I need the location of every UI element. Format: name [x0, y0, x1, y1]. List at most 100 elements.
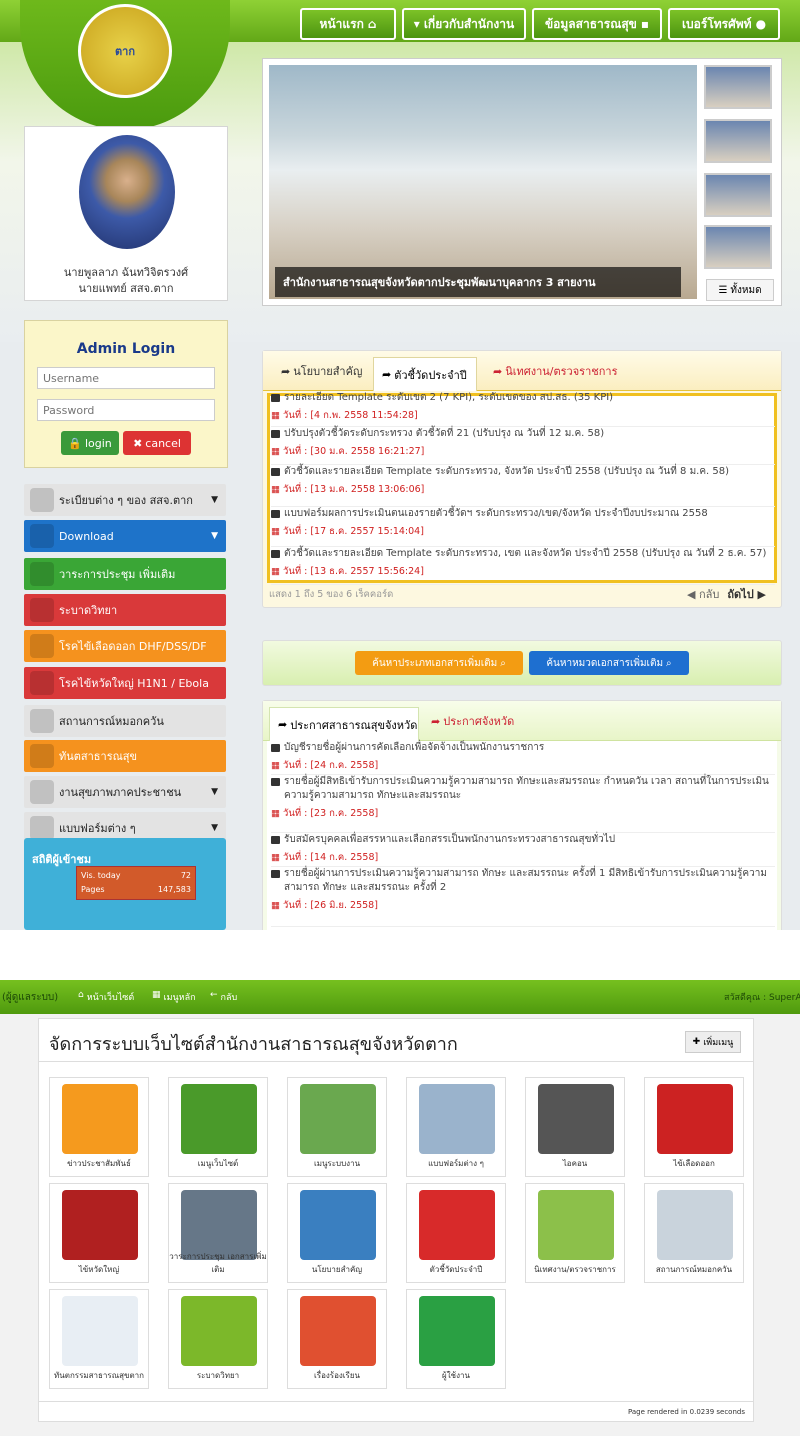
admin-menu-tile[interactable]: ข่าวประชาสัมพันธ์	[49, 1077, 149, 1177]
side-menu-item[interactable]: งานสุขภาพภาคประชาชน ▼	[24, 776, 226, 808]
list-item-title[interactable]: รายละเอียด Template ระดับเขต 2 (7 KPI), …	[284, 391, 613, 405]
list-item[interactable]: รายละเอียด Template ระดับเขต 2 (7 KPI), …	[271, 391, 775, 427]
next-page-link[interactable]: ถัดไป ▶	[727, 585, 766, 603]
admin-home-link[interactable]: ⌂ หน้าเว็บไซต์	[78, 990, 134, 1004]
admin-menu-tile[interactable]: สถานการณ์หมอกควัน	[644, 1183, 744, 1283]
slider-thumbnail[interactable]	[704, 119, 772, 163]
slider-thumbnail[interactable]	[704, 225, 772, 269]
add-menu-button[interactable]: ✚ เพิ่มเมนู	[685, 1031, 741, 1053]
admin-menu-tile[interactable]: ทันตกรรมสาธารณสุขตาก	[49, 1289, 149, 1389]
list-item-date: วันที่ : [13 ม.ค. 2558 13:06:06]	[283, 484, 425, 495]
tab-province[interactable]: ➦ ประกาศจังหวัด	[423, 707, 522, 735]
list-item[interactable]: ตัวชี้วัดและรายละเอียด Template ระดับกระ…	[271, 465, 775, 507]
director-profile: นายพูลลาภ ฉันทวิจิตรวงศ์ นายแพทย์ สสจ.ตา…	[24, 126, 228, 301]
tab-inspection[interactable]: ➦ นิเทศงาน/ตรวจราชการ	[485, 357, 625, 385]
side-menu-item[interactable]: วาระการประชุม เพิ่มเติม	[24, 558, 226, 590]
list-item-title[interactable]: รายชื่อผู้มีสิทธิเข้ารับการประเมินความรู…	[284, 775, 775, 803]
slider-thumbnail[interactable]	[704, 65, 772, 109]
list-item-title[interactable]: ตัวชี้วัดและรายละเอียด Template ระดับกระ…	[284, 547, 766, 561]
list-item[interactable]: รายชื่อผู้มีสิทธิเข้ารับการประเมินความรู…	[271, 775, 775, 833]
side-menu-item[interactable]: สถานการณ์หมอกควัน	[24, 705, 226, 737]
slider-main-image[interactable]	[269, 65, 697, 299]
nav-about[interactable]: ▾ เกี่ยวกับสำนักงาน	[402, 8, 526, 40]
admin-menu-tile[interactable]: ไข้เลือดออก	[644, 1077, 744, 1177]
admin-menu-tile[interactable]: เมนูเว็บไซต์	[168, 1077, 268, 1177]
admin-menu-tile[interactable]: ไข้หวัดใหญ่	[49, 1183, 149, 1283]
share-icon: ➦	[382, 368, 392, 381]
tab-kpi-label: ตัวชี้วัดประจำปี	[394, 368, 467, 382]
office-logo[interactable]: ตาก	[78, 4, 172, 98]
comment-icon	[271, 394, 280, 402]
list-item-date: วันที่ : [14 ก.ค. 2558]	[283, 852, 379, 863]
admin-menu-tile[interactable]: เมนูระบบงาน	[287, 1077, 387, 1177]
tab-provincial-health[interactable]: ➦ ประกาศสาธารณสุขจังหวัด	[269, 707, 419, 741]
nav-health-info[interactable]: ข้อมูลสาธารณสุข ▪	[532, 8, 662, 40]
side-menu-item-label: ระบาดวิทยา	[59, 604, 118, 617]
admin-menu-link[interactable]: ▦ เมนูหลัก	[152, 990, 196, 1004]
admin-menu-tile[interactable]: ตัวชี้วัดประจำปี	[406, 1183, 506, 1283]
list-item[interactable]: บัญชีรายชื่อผู้ผ่านการคัดเลือกเพื่อจัดจ้…	[271, 741, 775, 775]
list-item-title[interactable]: บัญชีรายชื่อผู้ผ่านการคัดเลือกเพื่อจัดจ้…	[284, 741, 544, 755]
render-time: Page rendered in 0.0239 seconds	[39, 1401, 753, 1421]
admin-menu-tile[interactable]: นโยบายสำคัญ	[287, 1183, 387, 1283]
nav-home[interactable]: หน้าแรก ⌂	[300, 8, 396, 40]
admin-menu-tile[interactable]: ไอคอน	[525, 1077, 625, 1177]
side-menu-item[interactable]: Download ▼	[24, 520, 226, 552]
tab-policy[interactable]: ➦ นโยบายสำคัญ	[273, 357, 370, 385]
slider-all-button[interactable]: ☰ ทั้งหมด	[706, 279, 774, 301]
admin-dashboard: (ผู้ดูแลระบบ) ⌂ หน้าเว็บไซต์ ▦ เมนูหลัก ← ก…	[0, 980, 800, 1436]
tab-province-label: ประกาศจังหวัด	[443, 715, 515, 728]
side-menu-item[interactable]: ทันตสาธารณสุข	[24, 740, 226, 772]
list-item[interactable]: รับสมัครบุคคลเพื่อสรรหาและเลือกสรรเป็นพน…	[271, 833, 775, 867]
search-doc-category-button[interactable]: ค้นหาหมวดเอกสารเพิ่มเติม ⌕	[529, 651, 689, 675]
tile-icon	[538, 1190, 614, 1260]
list-item[interactable]: ตัวชี้วัดและรายละเอียด Template ระดับกระ…	[271, 547, 775, 585]
username-input[interactable]	[37, 367, 215, 389]
list-item[interactable]: รายชื่อผู้ผ่านการประเมินความรู้ความสามาร…	[271, 867, 775, 927]
caret-down-icon: ▼	[211, 495, 218, 505]
admin-menu-tile[interactable]: นิเทศงาน/ตรวจราชการ	[525, 1183, 625, 1283]
admin-home-label: หน้าเว็บไซต์	[86, 993, 135, 1003]
menu-item-icon	[30, 524, 54, 548]
admin-menu-tile[interactable]: วาระการประชุม เอกสารเพิ่มเติม	[168, 1183, 268, 1283]
cancel-button[interactable]: ✖ cancel	[123, 431, 191, 455]
list-item-title[interactable]: ปรับปรุงตัวชี้วัดระดับกระทรวง ตัวชี้วัดท…	[284, 427, 604, 441]
list-item[interactable]: ปรับปรุงตัวชี้วัดระดับกระทรวง ตัวชี้วัดท…	[271, 427, 775, 465]
admin-menu-tile[interactable]: แบบฟอร์มต่าง ๆ	[406, 1077, 506, 1177]
calendar-icon: ▦	[271, 566, 283, 577]
admin-back-link[interactable]: ← กลับ	[210, 990, 237, 1004]
slider-thumbnail[interactable]	[704, 173, 772, 217]
side-menu-item[interactable]: โรคไข้หวัดใหญ่ H1N1 / Ebola	[24, 667, 226, 699]
tab-provincial-health-label: ประกาศสาธารณสุขจังหวัด	[290, 718, 418, 732]
side-menu-item[interactable]: ระเบียบต่าง ๆ ของ สสจ.ตาก ▼	[24, 484, 226, 516]
nav-phone[interactable]: เบอร์โทรศัพท์ ●	[668, 8, 780, 40]
side-menu-item[interactable]: ระบาดวิทยา	[24, 594, 226, 626]
tile-icon	[538, 1084, 614, 1154]
photo-slider: สำนักงานสาธารณสุขจังหวัดตากประชุมพัฒนาบุ…	[262, 58, 782, 306]
side-menu-item-label: Download	[59, 529, 114, 543]
password-input[interactable]	[37, 399, 215, 421]
calendar-icon: ▦	[271, 852, 283, 863]
admin-menu-tile[interactable]: ระบาดวิทยา	[168, 1289, 268, 1389]
director-title: นายแพทย์ สสจ.ตาก	[78, 282, 174, 295]
list-item-title[interactable]: แบบฟอร์มผลการประเมินตนเองรายตัวชี้วัดฯ ร…	[284, 507, 708, 521]
login-button[interactable]: 🔒 login	[61, 431, 119, 455]
comment-icon	[271, 468, 280, 476]
side-menu-item[interactable]: โรคไข้เลือดออก DHF/DSS/DF	[24, 630, 226, 662]
search-doc-type-button[interactable]: ค้นหาประเภทเอกสารเพิ่มเติม ⌕	[355, 651, 523, 675]
tile-label: ไอคอน	[562, 1159, 588, 1168]
admin-left-label: (ผู้ดูแลระบบ)	[2, 992, 59, 1003]
nav-home-label: หน้าแรก	[319, 16, 364, 31]
list-item[interactable]: แบบฟอร์มผลการประเมินตนเองรายตัวชี้วัดฯ ร…	[271, 507, 775, 547]
list-item-title[interactable]: รายชื่อผู้ผ่านการประเมินความรู้ความสามาร…	[284, 867, 775, 895]
list-item-title[interactable]: รับสมัครบุคคลเพื่อสรรหาและเลือกสรรเป็นพน…	[284, 833, 615, 847]
prev-page-link[interactable]: ◀ กลับ	[687, 585, 719, 603]
tile-label: ผู้ใช้งาน	[442, 1371, 470, 1380]
list-item-title[interactable]: ตัวชี้วัดและรายละเอียด Template ระดับกระ…	[284, 465, 729, 479]
admin-menu-tile[interactable]: เรื่องร้องเรียน	[287, 1289, 387, 1389]
plus-icon: ✚	[692, 1037, 701, 1047]
side-menu-item-label: งานสุขภาพภาคประชาชน	[59, 786, 182, 799]
list-item-date: วันที่ : [23 ก.ค. 2558]	[283, 808, 379, 819]
tab-kpi[interactable]: ➦ ตัวชี้วัดประจำปี	[373, 357, 477, 391]
admin-menu-tile[interactable]: ผู้ใช้งาน	[406, 1289, 506, 1389]
